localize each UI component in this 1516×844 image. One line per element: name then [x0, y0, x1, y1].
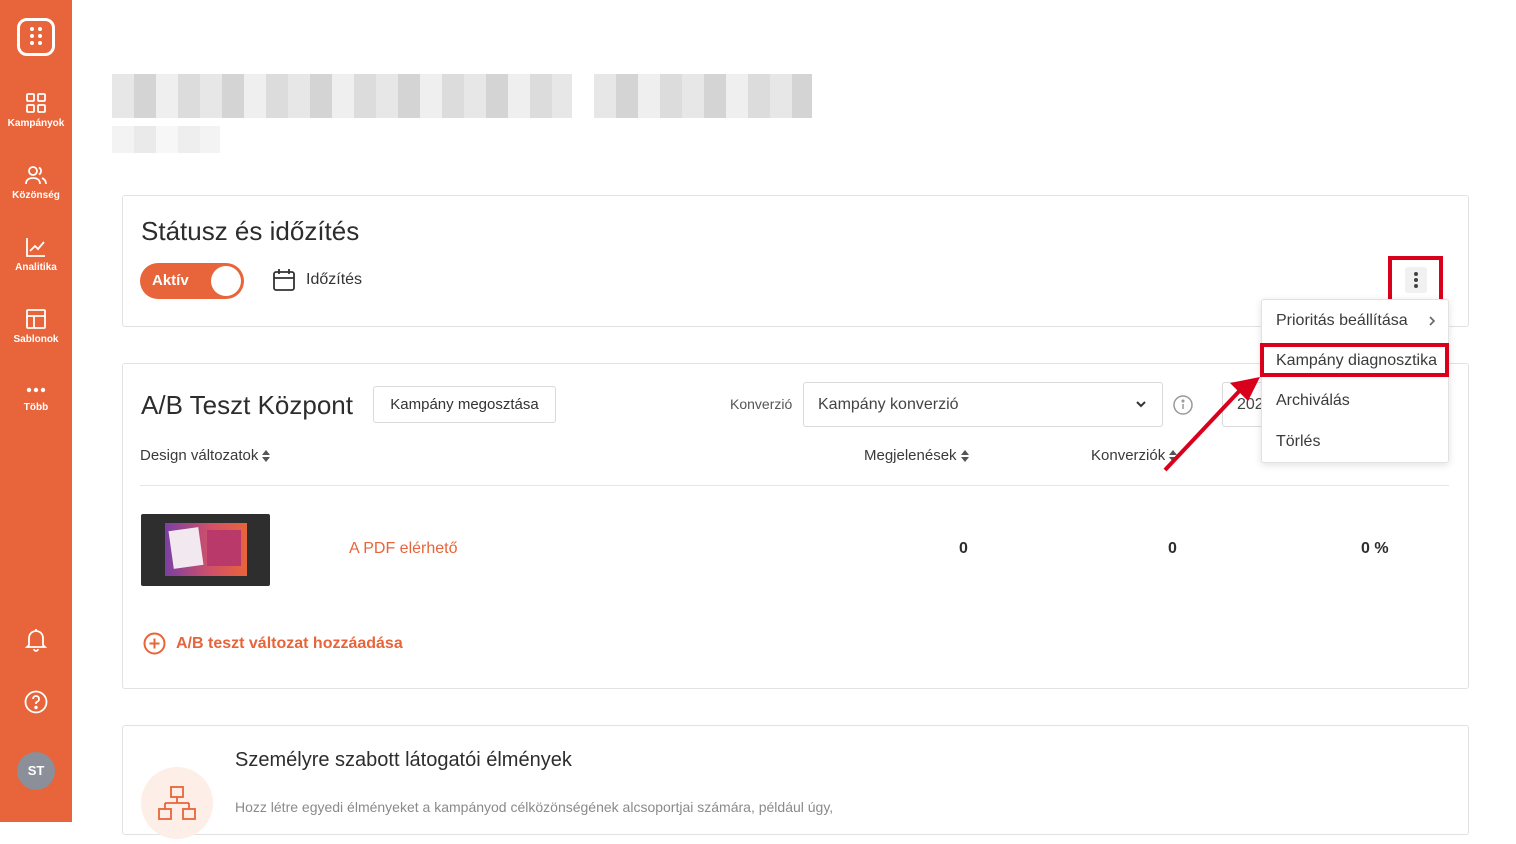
conversions-value: 0 [1168, 540, 1177, 557]
blurred-campaign-title [112, 74, 572, 118]
status-card-title: Státusz és időzítés [141, 216, 360, 246]
highlight-box [1260, 343, 1449, 377]
column-header-label: Design változatok [140, 447, 259, 464]
sidebar-item-audience[interactable]: Közönség [0, 164, 72, 201]
toggle-knob [211, 266, 241, 296]
sidebar-item-analytics[interactable]: Analitika [0, 236, 72, 273]
variant-thumbnail[interactable] [141, 514, 270, 586]
column-header-label: Megjelenések [864, 447, 957, 464]
sidebar-item-label: Közönség [12, 190, 60, 201]
impressions-value: 0 [959, 540, 968, 557]
conversion-label: Konverzió [730, 396, 793, 412]
personalization-description: Hozz létre egyedi élményeket a kampányod… [235, 799, 834, 815]
app-logo-icon[interactable] [17, 18, 55, 56]
sort-icon [960, 449, 969, 462]
variant-name-link[interactable]: A PDF elérhető [349, 540, 458, 558]
add-variant-button[interactable]: A/B teszt változat hozzáadása [143, 632, 403, 655]
column-header-impressions[interactable]: Megjelenések [864, 447, 969, 464]
conversion-select[interactable]: Kampány konverzió [803, 382, 1163, 427]
conversion-rate-value: 0 % [1361, 540, 1389, 557]
more-options-menu: Prioritás beállítása Kampány diagnosztik… [1261, 299, 1449, 463]
blurred-subtitle [112, 126, 220, 153]
layout-icon [26, 309, 46, 329]
chevron-down-icon [1136, 401, 1146, 408]
more-options-button[interactable] [1388, 256, 1443, 304]
ab-card-title: A/B Teszt Központ [141, 390, 353, 420]
sidebar-item-label: Analitika [15, 262, 57, 273]
sidebar-item-more[interactable]: Több [0, 382, 72, 413]
chart-line-icon [26, 238, 45, 257]
column-header-variants[interactable]: Design változatok [140, 447, 271, 464]
chevron-right-icon [1429, 316, 1436, 326]
personalization-icon-bg [141, 767, 213, 839]
plus-circle-icon [143, 632, 166, 655]
menu-item-label: Prioritás beállítása [1276, 312, 1408, 329]
menu-item-set-priority[interactable]: Prioritás beállítása [1276, 312, 1436, 330]
schedule-button[interactable]: Időzítés [272, 268, 362, 292]
personalization-title: Személyre szabott látogatói élmények [235, 749, 572, 771]
calendar-icon [273, 269, 295, 291]
users-icon [25, 166, 47, 185]
kebab-icon [1405, 267, 1427, 293]
active-toggle[interactable]: Aktív [140, 263, 244, 299]
bell-icon [25, 629, 47, 652]
toggle-label: Aktív [152, 272, 189, 289]
personalization-card [122, 725, 1469, 835]
sidebar-item-templates[interactable]: Sablonok [0, 308, 72, 345]
blurred-campaign-title-part [594, 74, 812, 118]
sidebar-item-label: Kampányok [7, 118, 65, 129]
notifications-button[interactable] [0, 628, 72, 652]
avatar[interactable]: ST [17, 752, 55, 790]
annotation-arrow-icon [1163, 377, 1260, 472]
menu-item-archive[interactable]: Archiválás [1276, 392, 1350, 410]
sort-icon [262, 449, 271, 462]
help-circle-icon [24, 690, 48, 714]
schedule-label: Időzítés [306, 271, 363, 288]
sidebar-item-label: Sablonok [13, 334, 59, 345]
sidebar-item-label: Több [23, 402, 49, 413]
more-dots-icon [26, 387, 46, 393]
add-variant-label: A/B teszt változat hozzáadása [176, 634, 403, 652]
share-campaign-button[interactable]: Kampány megosztása [373, 386, 556, 423]
help-button[interactable] [0, 690, 72, 714]
sidebar: Kampányok Közönség Analitika Sablonok Tö… [0, 0, 72, 822]
table-divider [140, 485, 1449, 486]
conversion-select-value: Kampány konverzió [818, 396, 959, 413]
grid-icon [26, 93, 46, 113]
menu-item-delete[interactable]: Törlés [1276, 433, 1320, 451]
sidebar-item-campaigns[interactable]: Kampányok [0, 92, 72, 129]
sitemap-icon [158, 786, 196, 820]
